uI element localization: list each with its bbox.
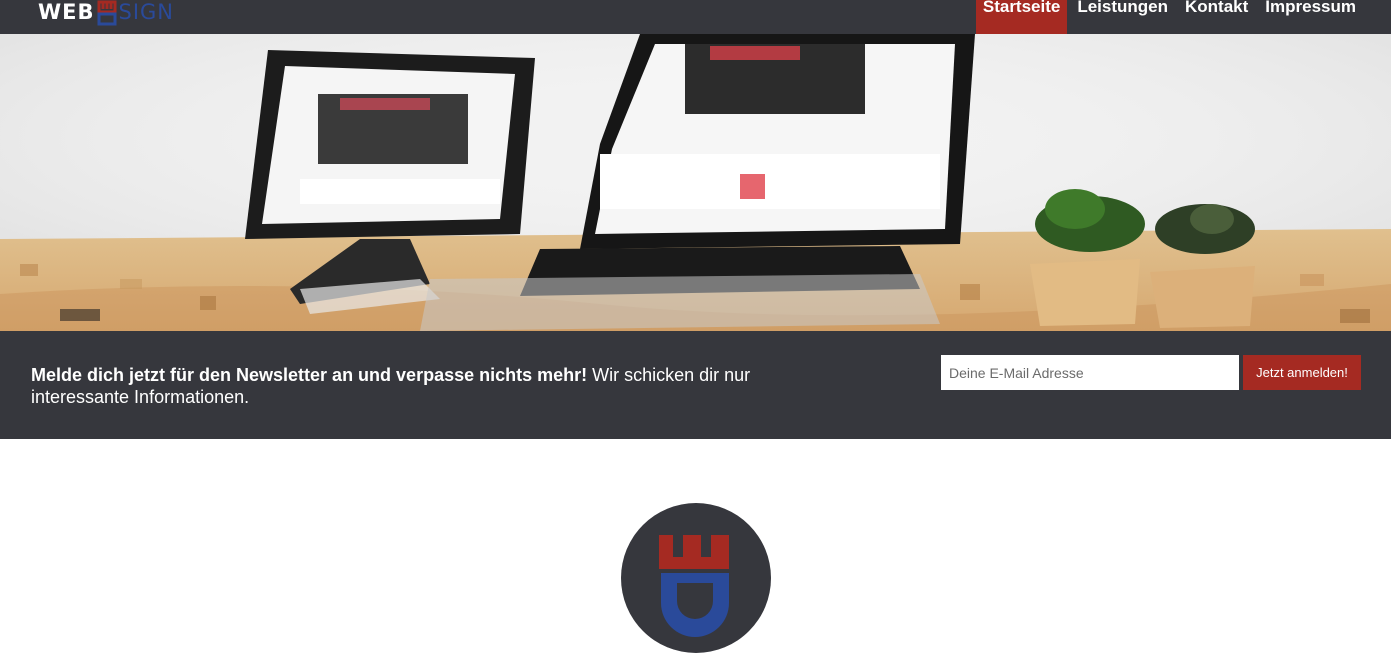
main-menu: Startseite Leistungen Kontakt Impressum: [975, 0, 1363, 34]
nav-item-impressum[interactable]: Impressum: [1258, 0, 1363, 34]
nav-item-kontakt[interactable]: Kontakt: [1178, 0, 1255, 34]
site-logo[interactable]: WEB SIGN: [38, 0, 175, 26]
newsletter-headline: Melde dich jetzt für den Newsletter an u…: [31, 365, 588, 385]
logo-text-sign: SIGN: [118, 0, 175, 24]
web-design-mark-icon: [659, 535, 729, 637]
newsletter-submit-button[interactable]: Jetzt anmelden!: [1243, 355, 1361, 390]
nav-item-startseite[interactable]: Startseite: [975, 0, 1068, 34]
logo-text-web: WEB: [38, 0, 95, 24]
newsletter-email-input[interactable]: [941, 355, 1239, 390]
top-navigation-bar: WEB SIGN Startseite Leistungen Kontakt I…: [0, 0, 1391, 34]
hero-illustration: [0, 34, 1391, 331]
hero-image: [0, 34, 1391, 331]
nav-item-leistungen[interactable]: Leistungen: [1070, 0, 1175, 34]
newsletter-signup: Melde dich jetzt für den Newsletter an u…: [0, 331, 1391, 439]
logo-mark-icon: [97, 0, 117, 26]
newsletter-message: Melde dich jetzt für den Newsletter an u…: [31, 364, 851, 408]
brand-badge: [621, 503, 771, 653]
